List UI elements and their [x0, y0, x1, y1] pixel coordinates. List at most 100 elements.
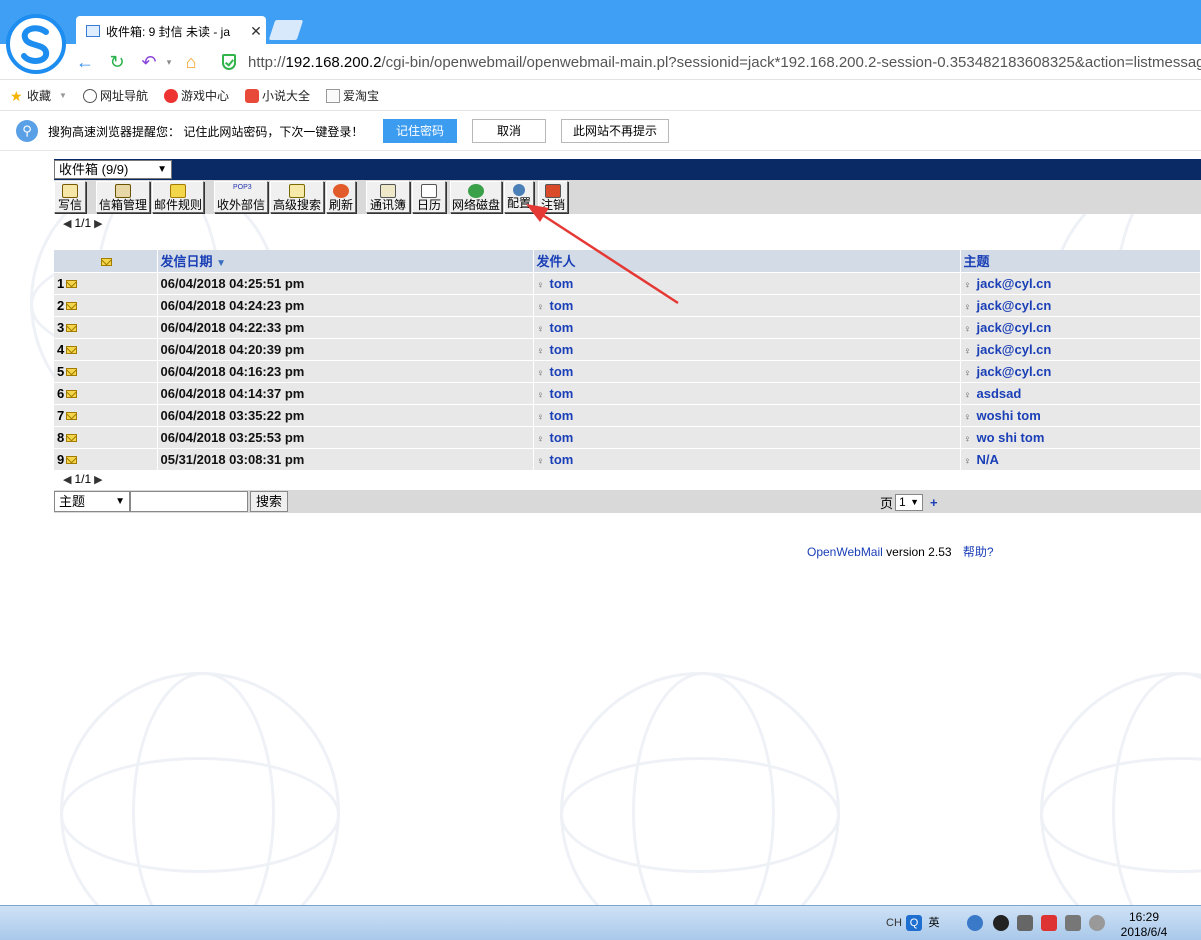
- ime-code[interactable]: CH: [884, 915, 904, 931]
- message-sender[interactable]: tom: [550, 320, 574, 335]
- compose-button[interactable]: 写信: [54, 181, 86, 213]
- message-sender[interactable]: tom: [550, 430, 574, 445]
- logout-button[interactable]: 注销: [538, 181, 568, 213]
- tab-title: 收件箱: 9 封信 未读 - ja: [106, 24, 231, 39]
- key-icon: ⚲: [16, 120, 38, 142]
- search-icon[interactable]: Q: [906, 915, 922, 931]
- ime-language[interactable]: 英: [926, 915, 942, 931]
- table-row[interactable]: 3 06/04/2018 04:22:33 pm ♀ tom ♀ jack@cyl.cn: [54, 316, 1201, 339]
- monitor-icon[interactable]: [1065, 915, 1081, 931]
- background-globe: [560, 672, 840, 905]
- message-subject[interactable]: woshi tom: [977, 408, 1041, 423]
- person-icon: ♀: [963, 411, 972, 423]
- network-icon[interactable]: [1017, 915, 1033, 931]
- home-icon[interactable]: ⌂: [180, 52, 202, 74]
- browser-tab[interactable]: 收件箱: 9 封信 未读 - ja ✕: [76, 16, 266, 46]
- message-subject[interactable]: jack@cyl.cn: [977, 276, 1052, 291]
- qq-icon[interactable]: [993, 915, 1009, 931]
- close-tab-icon[interactable]: ✕: [246, 23, 266, 40]
- disk-icon: [468, 184, 484, 198]
- search-field-select[interactable]: 主题 ▼: [54, 491, 130, 512]
- security-icon[interactable]: [1041, 915, 1057, 931]
- bookmark-novels[interactable]: 小说大全: [244, 87, 310, 104]
- browser-logo-icon[interactable]: [6, 14, 66, 74]
- message-subject[interactable]: N/A: [977, 452, 999, 467]
- web-disk-button[interactable]: 网络磁盘: [450, 181, 502, 213]
- volume-icon[interactable]: [1089, 915, 1105, 931]
- clock-date: 2018/6/4: [1120, 925, 1168, 939]
- person-icon: ♀: [963, 323, 972, 335]
- message-subject[interactable]: asdsad: [977, 386, 1022, 401]
- unread-envelope-icon: [66, 324, 78, 333]
- next-page-icon[interactable]: ▶: [94, 473, 102, 486]
- bookmark-taobao[interactable]: 爱淘宝: [325, 87, 379, 104]
- bookmark-nav[interactable]: 网址导航: [82, 87, 148, 104]
- table-row[interactable]: 4 06/04/2018 04:20:39 pm ♀ tom ♀ jack@cyl.cn: [54, 338, 1201, 361]
- status-column-header[interactable]: [54, 250, 158, 273]
- envelope-icon: [100, 257, 112, 266]
- table-row[interactable]: 9 05/31/2018 03:08:31 pm ♀ tom ♀ N/A: [54, 448, 1201, 471]
- table-row[interactable]: 2 06/04/2018 04:24:23 pm ♀ tom ♀ jack@cyl.cn: [54, 294, 1201, 317]
- prev-page-icon[interactable]: ◀: [63, 473, 71, 486]
- calendar-button[interactable]: 日历: [412, 181, 446, 213]
- address-book-button[interactable]: 通讯簿: [366, 181, 410, 213]
- date-column-header[interactable]: 发信日期 ▼: [157, 250, 534, 273]
- table-row[interactable]: 5 06/04/2018 04:16:23 pm ♀ tom ♀ jack@cyl.cn: [54, 360, 1201, 383]
- bookmark-favorites[interactable]: ★ 收藏 ▼: [10, 87, 67, 104]
- message-date: 06/04/2018 04:20:39 pm: [157, 338, 534, 361]
- chevron-down-icon[interactable]: ▼: [59, 91, 67, 100]
- message-date: 06/04/2018 03:35:22 pm: [157, 404, 534, 427]
- never-for-site-button[interactable]: 此网站不再提示: [561, 119, 669, 143]
- openwebmail-link[interactable]: OpenWebMail: [807, 545, 883, 559]
- cancel-button[interactable]: 取消: [472, 119, 546, 143]
- message-sender[interactable]: tom: [550, 408, 574, 423]
- webmail-page: 收件箱 (9/9) ▼ 写信 信箱管理 邮件规则 POP3 收外部信 高级搜索 刷…: [0, 152, 1201, 905]
- message-sender[interactable]: tom: [550, 298, 574, 313]
- mail-rules-button[interactable]: 邮件规则: [152, 181, 204, 213]
- message-sender[interactable]: tom: [550, 452, 574, 467]
- message-sender[interactable]: tom: [550, 276, 574, 291]
- message-subject[interactable]: jack@cyl.cn: [977, 320, 1052, 335]
- table-row[interactable]: 1 06/04/2018 04:25:51 pm ♀ tom ♀ jack@cyl.cn: [54, 272, 1201, 295]
- chevron-down-icon[interactable]: ▾: [158, 52, 180, 74]
- message-subject[interactable]: jack@cyl.cn: [977, 298, 1052, 313]
- page-select[interactable]: 1 ▼: [895, 494, 924, 511]
- back-icon[interactable]: ←: [74, 52, 96, 74]
- filter-icon: [170, 184, 186, 198]
- message-sender[interactable]: tom: [550, 342, 574, 357]
- message-subject[interactable]: jack@cyl.cn: [977, 364, 1052, 379]
- prev-page-icon[interactable]: ◀: [63, 217, 71, 230]
- page-plus-link[interactable]: +: [930, 495, 938, 510]
- search-button[interactable]: 搜索: [250, 491, 288, 512]
- password-notification-bar: ⚲ 搜狗高速浏览器提醒您： 记住此网站密码，下次一键登录！ 记住密码 取消 此网…: [0, 112, 1201, 151]
- table-row[interactable]: 6 06/04/2018 04:14:37 pm ♀ tom ♀ asdsad: [54, 382, 1201, 405]
- table-row[interactable]: 7 06/04/2018 03:35:22 pm ♀ tom ♀ woshi tom: [54, 404, 1201, 427]
- search-input[interactable]: [130, 491, 248, 512]
- table-row[interactable]: 8 06/04/2018 03:25:53 pm ♀ tom ♀ wo shi tom: [54, 426, 1201, 449]
- system-clock[interactable]: 16:29 2018/6/4: [1114, 910, 1174, 940]
- advanced-search-button[interactable]: 高级搜索: [270, 181, 324, 213]
- refresh-icon[interactable]: ↻: [106, 52, 128, 74]
- preferences-button[interactable]: 配置: [504, 181, 534, 213]
- next-page-icon[interactable]: ▶: [94, 217, 102, 230]
- help-link[interactable]: 帮助?: [963, 545, 994, 559]
- remember-password-button[interactable]: 记住密码: [383, 119, 457, 143]
- undo-icon[interactable]: ↶: [138, 52, 160, 74]
- from-column-header[interactable]: 发件人: [533, 250, 961, 273]
- bookmark-games[interactable]: 游戏中心: [163, 87, 229, 104]
- folder-bar: 收件箱 (9/9) ▼: [54, 159, 1201, 180]
- url-field[interactable]: http://192.168.200.2/cgi-bin/openwebmail…: [216, 48, 1201, 76]
- cloud-icon[interactable]: [967, 915, 983, 931]
- background-globe: [1040, 672, 1201, 905]
- folder-select[interactable]: 收件箱 (9/9) ▼: [54, 160, 172, 179]
- pop3-fetch-button[interactable]: POP3 收外部信: [214, 181, 268, 213]
- person-icon: ♀: [536, 433, 545, 445]
- subject-column-header[interactable]: 主题: [960, 250, 1201, 273]
- message-subject[interactable]: wo shi tom: [977, 430, 1045, 445]
- refresh-button[interactable]: 刷新: [326, 181, 356, 213]
- message-sender[interactable]: tom: [550, 386, 574, 401]
- folder-manage-button[interactable]: 信箱管理: [96, 181, 150, 213]
- calendar-icon: [421, 184, 437, 198]
- message-sender[interactable]: tom: [550, 364, 574, 379]
- message-subject[interactable]: jack@cyl.cn: [977, 342, 1052, 357]
